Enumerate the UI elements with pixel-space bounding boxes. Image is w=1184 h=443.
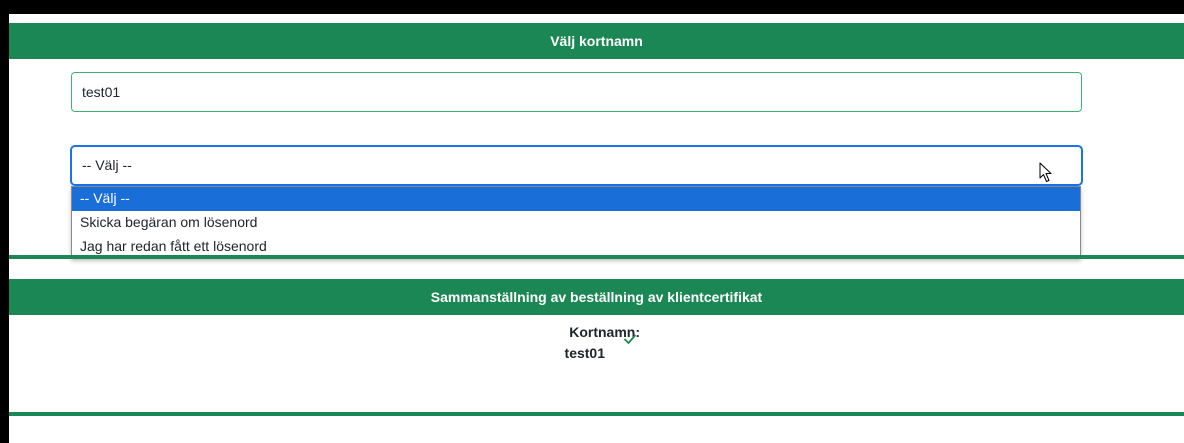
- select-current-value: -- Välj --: [82, 157, 132, 173]
- mouse-pointer-icon: [1039, 162, 1052, 182]
- page: Välj kortnamn -- Välj -- -- Välj -- Skic…: [9, 14, 1184, 443]
- password-option-select[interactable]: -- Välj --: [70, 145, 1083, 186]
- select-option[interactable]: -- Välj --: [72, 187, 1080, 211]
- summary-label: Kortnamn:: [569, 324, 640, 340]
- check-icon: [624, 334, 636, 344]
- section-header-summary: Sammanställning av beställning av klient…: [9, 279, 1184, 315]
- shortname-input[interactable]: [71, 72, 1082, 112]
- section-title: Sammanställning av beställning av klient…: [430, 289, 763, 305]
- select-option[interactable]: Skicka begäran om lösenord: [72, 211, 1080, 235]
- summary-value: test01: [564, 345, 605, 361]
- section-title: Välj kortnamn: [550, 33, 643, 49]
- section-divider: [9, 412, 1184, 416]
- select-dropdown-list: -- Välj -- Skicka begäran om lösenord Ja…: [71, 186, 1081, 259]
- section-divider: [9, 255, 1184, 259]
- section-header-shortname: Välj kortnamn: [9, 23, 1184, 59]
